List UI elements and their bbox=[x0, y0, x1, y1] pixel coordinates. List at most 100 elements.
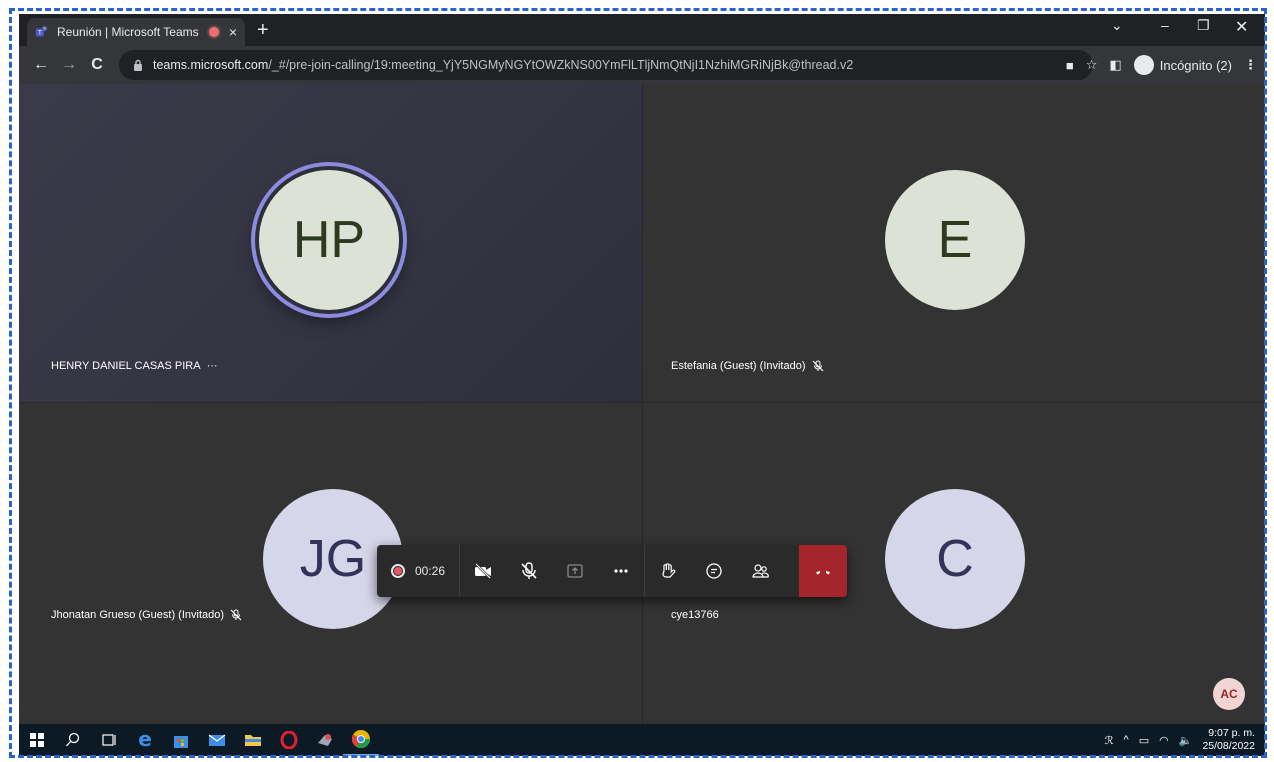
participant-tile[interactable]: HP HENRY DANIEL CASAS PIRA ··· bbox=[19, 84, 642, 402]
participant-name: Estefania (Guest) (Invitado) bbox=[671, 360, 824, 372]
mic-off-icon bbox=[812, 360, 823, 372]
incognito-icon bbox=[1133, 55, 1154, 75]
avatar-initials: E bbox=[937, 211, 973, 269]
avatar: E bbox=[885, 170, 1025, 310]
address-bar[interactable]: teams.microsoft.com /_#/pre-join-calling… bbox=[119, 50, 1093, 80]
tab-teams-meeting[interactable]: T Reunión | Microsoft Teams × bbox=[27, 18, 245, 46]
share-tray-icon bbox=[567, 564, 583, 578]
mic-toggle-button[interactable] bbox=[506, 545, 552, 597]
taskbar-app-chrome[interactable] bbox=[343, 724, 379, 756]
call-controls: 00:26 bbox=[377, 545, 847, 597]
search-icon bbox=[66, 732, 80, 747]
taskbar-app-mail[interactable] bbox=[199, 724, 235, 756]
avatar-initials: HP bbox=[292, 211, 366, 269]
svg-text:T: T bbox=[37, 30, 42, 37]
new-tab-button[interactable]: + bbox=[257, 19, 269, 41]
side-panel-icon[interactable]: ◧ bbox=[1109, 57, 1121, 73]
share-screen-button[interactable] bbox=[552, 545, 598, 597]
camera-in-use-icon[interactable]: ■ bbox=[1066, 58, 1074, 73]
participant-name: cye13766 bbox=[671, 609, 719, 621]
avatar-initials: JG bbox=[299, 530, 367, 588]
participant-name-text: Jhonatan Grueso (Guest) (Invitado) bbox=[51, 609, 225, 621]
recording-indicator-icon bbox=[208, 27, 219, 37]
browser-menu-icon[interactable]: ⋮ bbox=[1244, 57, 1257, 73]
self-avatar[interactable]: AC bbox=[1213, 678, 1245, 710]
incognito-indicator[interactable]: Incógnito (2) bbox=[1133, 55, 1232, 75]
reload-button[interactable]: C bbox=[83, 56, 111, 74]
chat-icon bbox=[706, 563, 722, 579]
hand-icon bbox=[662, 563, 676, 578]
camera-off-icon bbox=[475, 563, 492, 579]
battery-icon[interactable]: ▭ bbox=[1139, 734, 1149, 747]
people-tray-icon[interactable]: ℛ bbox=[1105, 734, 1114, 747]
search-button[interactable] bbox=[55, 724, 91, 756]
wifi-icon[interactable]: ◠ bbox=[1159, 734, 1169, 747]
lock-icon bbox=[134, 59, 142, 71]
tab-strip: T Reunión | Microsoft Teams × + ⌄ – ❐ ✕ bbox=[19, 14, 1265, 46]
more-actions-button[interactable] bbox=[598, 545, 644, 597]
participant-name-text: HENRY DANIEL CASAS PIRA bbox=[51, 360, 201, 372]
taskbar-app-edge[interactable]: e bbox=[127, 724, 163, 756]
more-icon bbox=[614, 569, 628, 573]
toolbar-actions: ■ ☆ ◧ Incógnito (2) ⋮ bbox=[1066, 50, 1257, 80]
windows-logo-icon bbox=[30, 733, 44, 747]
participant-name-text: Estefania (Guest) (Invitado) bbox=[671, 360, 806, 372]
chevron-up-icon[interactable]: ^ bbox=[1124, 734, 1129, 746]
restore-button[interactable]: ❐ bbox=[1197, 17, 1210, 34]
url-host: teams.microsoft.com bbox=[153, 58, 269, 72]
system-clock[interactable]: 9:07 p. m. 25/08/2022 bbox=[1202, 727, 1255, 753]
tab-search-icon[interactable]: ⌄ bbox=[1111, 17, 1123, 34]
browser-toolbar: ← → C teams.microsoft.com /_#/pre-join-c… bbox=[19, 46, 1265, 84]
more-options-icon[interactable]: ··· bbox=[207, 360, 218, 372]
screenshot-frame: T Reunión | Microsoft Teams × + ⌄ – ❐ ✕ … bbox=[0, 0, 1274, 762]
participant-tile[interactable]: E Estefania (Guest) (Invitado) bbox=[643, 84, 1265, 402]
close-window-button[interactable]: ✕ bbox=[1235, 17, 1248, 37]
recording-timer: 00:26 bbox=[377, 545, 461, 597]
participant-name-text: cye13766 bbox=[671, 609, 719, 621]
folder-icon bbox=[245, 735, 261, 746]
chat-button[interactable] bbox=[691, 545, 737, 597]
taskbar-app-utility[interactable] bbox=[307, 724, 343, 756]
browser-window: T Reunión | Microsoft Teams × + ⌄ – ❐ ✕ … bbox=[19, 14, 1265, 756]
camera-toggle-button[interactable] bbox=[460, 545, 506, 597]
chrome-icon bbox=[351, 730, 370, 749]
meeting-stage: HP HENRY DANIEL CASAS PIRA ··· E Estefan… bbox=[19, 84, 1265, 724]
phone-hangup-icon bbox=[816, 570, 830, 575]
taskbar-app-opera[interactable] bbox=[271, 724, 307, 756]
clock-date: 25/08/2022 bbox=[1202, 740, 1255, 752]
tab-title: Reunión | Microsoft Teams bbox=[57, 25, 199, 39]
tab-close-button[interactable]: × bbox=[229, 24, 237, 40]
svg-text:e: e bbox=[138, 730, 152, 750]
task-view-button[interactable] bbox=[91, 724, 127, 756]
task-view-icon bbox=[102, 734, 116, 746]
taskbar-app-explorer[interactable] bbox=[235, 724, 271, 756]
participant-name: HENRY DANIEL CASAS PIRA ··· bbox=[51, 360, 218, 372]
minimize-button[interactable]: – bbox=[1161, 17, 1169, 33]
url-path: /_#/pre-join-calling/19:meeting_YjY5NGMy… bbox=[268, 58, 854, 72]
start-button[interactable] bbox=[19, 724, 55, 756]
back-button[interactable]: ← bbox=[27, 56, 55, 74]
windows-taskbar: e ℛ ^ ▭ ◠ 🔈 9:07 p. m. 25/08/2022 bbox=[19, 724, 1265, 756]
system-tray: ℛ ^ ▭ ◠ 🔈 9:07 p. m. 25/08/2022 bbox=[1105, 724, 1255, 756]
volume-icon[interactable]: 🔈 bbox=[1179, 734, 1193, 747]
avatar: C bbox=[885, 489, 1025, 629]
avatar: HP bbox=[259, 170, 399, 310]
bookmark-star-icon[interactable]: ☆ bbox=[1086, 57, 1098, 73]
hang-up-button[interactable] bbox=[799, 545, 847, 597]
mic-off-icon bbox=[230, 609, 242, 621]
avatar-initials: C bbox=[936, 530, 974, 588]
mic-off-icon bbox=[521, 562, 537, 579]
app-icon bbox=[318, 734, 332, 746]
participants-button[interactable] bbox=[737, 545, 783, 597]
raise-hand-button[interactable] bbox=[645, 545, 691, 597]
participant-name: Jhonatan Grueso (Guest) (Invitado) bbox=[51, 609, 242, 621]
incognito-label: Incógnito (2) bbox=[1159, 57, 1232, 73]
taskbar-app-store[interactable] bbox=[163, 724, 199, 756]
teams-icon: T bbox=[35, 26, 47, 37]
timer-text: 00:26 bbox=[415, 564, 446, 578]
clock-time: 9:07 p. m. bbox=[1208, 727, 1255, 739]
edge-icon: e bbox=[138, 730, 152, 750]
forward-button[interactable]: → bbox=[55, 56, 83, 74]
mail-icon bbox=[208, 734, 226, 746]
opera-icon bbox=[280, 731, 298, 749]
